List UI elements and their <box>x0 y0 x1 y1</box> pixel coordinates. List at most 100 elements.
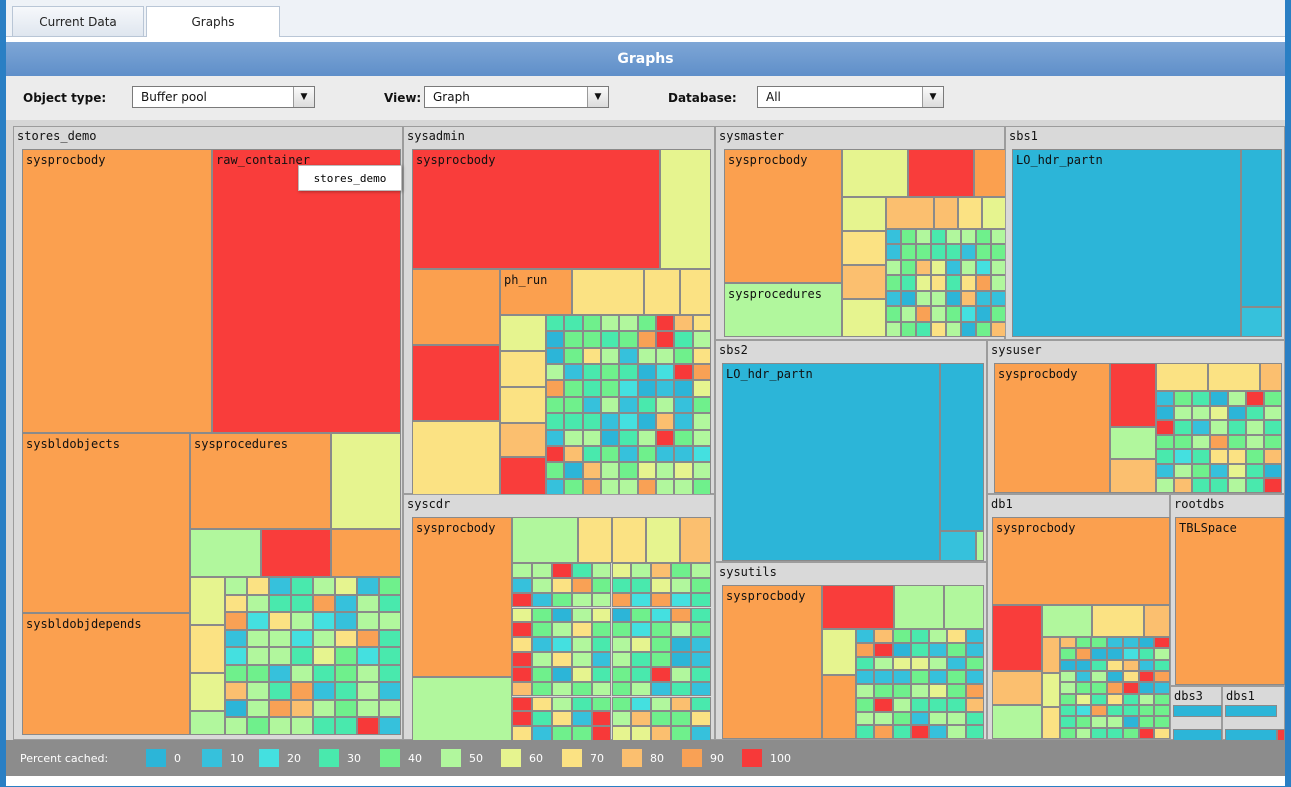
cell[interactable] <box>551 637 572 652</box>
cell[interactable] <box>946 321 961 337</box>
cell[interactable] <box>674 478 693 495</box>
cell[interactable] <box>637 331 656 348</box>
cell[interactable] <box>947 656 966 671</box>
cell[interactable] <box>631 607 652 623</box>
cell[interactable] <box>611 577 632 593</box>
cell[interactable] <box>1173 705 1222 717</box>
cell[interactable] <box>1091 682 1108 694</box>
cell[interactable] <box>546 331 565 348</box>
cell[interactable] <box>531 696 552 712</box>
cell[interactable] <box>619 445 638 463</box>
cell[interactable] <box>564 364 583 381</box>
cell[interactable] <box>886 306 901 322</box>
cell[interactable] <box>631 726 652 741</box>
cell[interactable] <box>856 670 875 684</box>
cell[interactable] <box>674 429 693 446</box>
cell[interactable] <box>1075 705 1092 717</box>
cell[interactable] <box>619 315 638 332</box>
cell[interactable] <box>892 725 911 739</box>
cell[interactable] <box>601 429 620 446</box>
cell[interactable] <box>901 229 916 245</box>
cell[interactable] <box>225 577 247 595</box>
cell[interactable] <box>1060 705 1076 717</box>
cell[interactable] <box>247 577 269 595</box>
cell[interactable] <box>1122 727 1139 739</box>
cell[interactable] <box>591 577 612 593</box>
cell[interactable] <box>601 347 620 365</box>
cell[interactable] <box>929 684 948 698</box>
cell[interactable] <box>892 629 911 643</box>
cell[interactable] <box>546 429 565 446</box>
cell[interactable] <box>929 629 948 643</box>
cell[interactable] <box>1228 405 1246 421</box>
cell[interactable] <box>947 642 966 657</box>
cell[interactable] <box>1075 648 1092 660</box>
cell[interactable] <box>1246 478 1264 493</box>
cell[interactable] <box>512 592 532 608</box>
cell[interactable] <box>582 347 601 365</box>
cell[interactable] <box>551 592 572 608</box>
cell[interactable] <box>1075 671 1092 683</box>
cell[interactable] <box>631 637 652 652</box>
cell[interactable] <box>656 364 675 381</box>
cell[interactable] <box>412 345 500 421</box>
cell[interactable] <box>571 652 592 667</box>
cell[interactable] <box>1154 648 1170 660</box>
cell[interactable] <box>892 684 911 698</box>
cell[interactable] <box>946 229 961 245</box>
cell[interactable] <box>671 607 692 623</box>
cell[interactable] <box>379 682 401 700</box>
cell[interactable] <box>512 577 532 593</box>
cell-sysprocbody[interactable]: sysprocbody <box>992 517 1170 605</box>
cell[interactable] <box>571 666 592 682</box>
cell[interactable] <box>564 315 583 332</box>
cell[interactable] <box>910 670 930 684</box>
cell[interactable] <box>619 462 638 479</box>
cell[interactable] <box>500 423 546 457</box>
cell[interactable] <box>601 396 620 414</box>
cell[interactable] <box>842 231 886 265</box>
cell[interactable] <box>651 592 672 608</box>
cell[interactable] <box>1210 420 1228 435</box>
cell[interactable] <box>291 682 313 700</box>
cell[interactable] <box>631 622 652 638</box>
cell[interactable] <box>313 594 335 613</box>
cell[interactable] <box>247 682 269 700</box>
cell[interactable] <box>247 664 269 683</box>
cell[interactable] <box>512 563 532 578</box>
cell-sysprocbody[interactable]: sysprocbody <box>22 149 212 433</box>
cell[interactable] <box>619 347 638 365</box>
cell[interactable] <box>225 594 247 613</box>
cell[interactable] <box>637 315 656 332</box>
cell[interactable] <box>692 478 711 495</box>
cell[interactable] <box>1042 605 1092 637</box>
cell[interactable] <box>671 577 692 593</box>
cell[interactable] <box>886 290 901 307</box>
cell[interactable] <box>1138 671 1155 683</box>
cell[interactable] <box>965 629 984 643</box>
cell[interactable] <box>1122 648 1139 660</box>
cell[interactable] <box>582 478 601 495</box>
cell[interactable] <box>651 666 672 682</box>
cell[interactable] <box>976 290 991 307</box>
cell[interactable] <box>571 563 592 578</box>
cell[interactable] <box>842 149 908 197</box>
cell[interactable] <box>1192 391 1210 406</box>
cell[interactable] <box>571 681 592 697</box>
cell[interactable] <box>910 656 930 671</box>
cell[interactable] <box>601 478 620 495</box>
cell[interactable] <box>1091 637 1108 649</box>
cell[interactable] <box>1174 391 1192 406</box>
cell[interactable] <box>531 652 552 667</box>
cell[interactable] <box>842 299 886 337</box>
cell[interactable] <box>856 684 875 698</box>
cell[interactable] <box>691 696 711 712</box>
cell[interactable] <box>1192 434 1210 450</box>
cell[interactable] <box>611 696 632 712</box>
cell[interactable] <box>910 642 930 657</box>
cell[interactable] <box>691 681 711 697</box>
cell-sysbldobjdepends[interactable]: sysbldobjdepends <box>22 613 190 735</box>
cell[interactable] <box>611 622 632 638</box>
cell[interactable] <box>572 269 644 315</box>
cell[interactable] <box>512 637 532 652</box>
